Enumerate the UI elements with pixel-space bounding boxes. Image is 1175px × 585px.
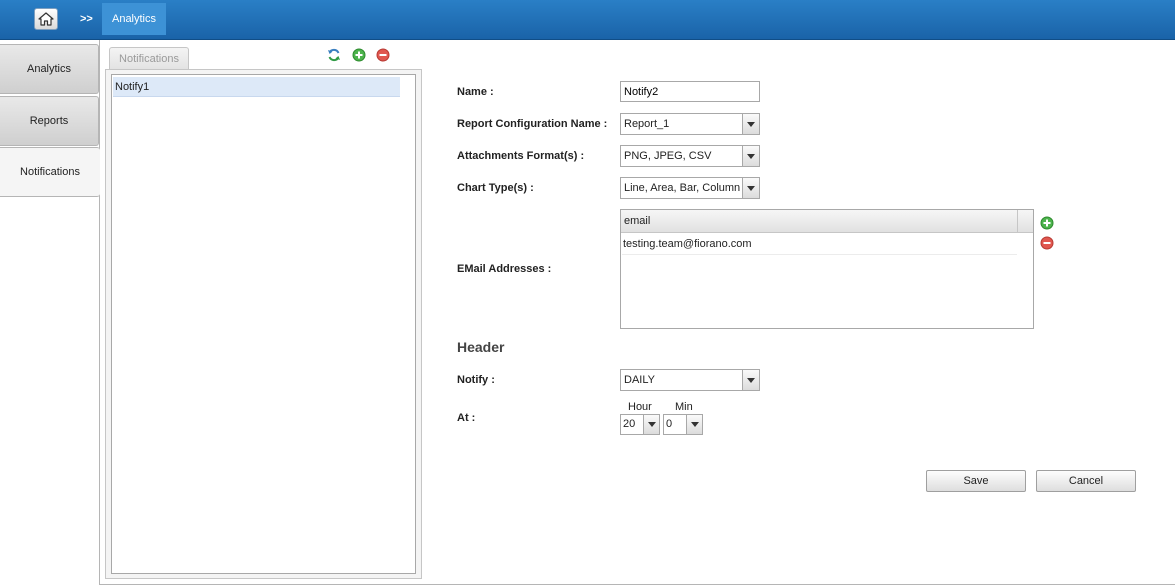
header-section-title: Header xyxy=(457,339,505,355)
top-bar: >> Analytics xyxy=(0,0,1175,40)
email-table[interactable]: email testing.team@fiorano.com xyxy=(620,209,1034,329)
table-row[interactable]: testing.team@fiorano.com xyxy=(622,234,1017,255)
chart-types-value: Line, Area, Bar, Column xyxy=(624,182,741,194)
chevron-down-icon[interactable] xyxy=(742,178,759,198)
tab-notifications[interactable]: Notifications xyxy=(109,47,189,69)
nav-notifications[interactable]: Notifications xyxy=(0,147,100,197)
refresh-icon[interactable] xyxy=(327,48,341,62)
nav-reports[interactable]: Reports xyxy=(0,96,99,146)
report-config-value: Report_1 xyxy=(624,118,670,130)
home-button[interactable] xyxy=(34,8,58,30)
nav-analytics-label: Analytics xyxy=(26,63,72,75)
chart-types-label: Chart Type(s) : xyxy=(457,182,534,194)
chevron-down-icon[interactable] xyxy=(686,415,702,434)
header-corner xyxy=(1017,210,1033,232)
add-icon[interactable] xyxy=(352,48,366,62)
chart-types-select[interactable]: Line, Area, Bar, Column xyxy=(620,177,760,199)
chevron-down-icon[interactable] xyxy=(742,370,759,390)
hour-value: 20 xyxy=(623,418,636,430)
notify-select[interactable]: DAILY xyxy=(620,369,760,391)
chevron-down-icon[interactable] xyxy=(742,146,759,166)
min-select[interactable]: 0 xyxy=(663,414,703,435)
report-config-label: Report Configuration Name : xyxy=(457,118,608,130)
notify-label: Notify : xyxy=(457,374,495,386)
remove-email-icon[interactable] xyxy=(1040,236,1054,250)
chevron-down-icon[interactable] xyxy=(643,415,659,434)
attachments-value: PNG, JPEG, CSV xyxy=(624,150,712,162)
report-config-select[interactable]: Report_1 xyxy=(620,113,760,135)
breadcrumb-separator: >> xyxy=(80,13,93,25)
notify-value: DAILY xyxy=(624,374,655,386)
nav-reports-label: Reports xyxy=(29,115,69,127)
notifications-list[interactable]: Notify1 xyxy=(111,74,416,574)
attachments-select[interactable]: PNG, JPEG, CSV xyxy=(620,145,760,167)
nav-notifications-label: Notifications xyxy=(20,166,80,178)
attachments-label: Attachments Format(s) : xyxy=(457,150,585,162)
email-label: EMail Addresses : xyxy=(457,263,552,275)
name-label: Name : xyxy=(457,86,494,98)
hour-label: Hour xyxy=(628,401,652,413)
min-value: 0 xyxy=(666,418,673,430)
remove-icon[interactable] xyxy=(376,48,390,62)
home-icon xyxy=(38,12,54,26)
nav-analytics[interactable]: Analytics xyxy=(0,44,99,94)
cancel-button[interactable]: Cancel xyxy=(1036,470,1136,492)
hour-select[interactable]: 20 xyxy=(620,414,660,435)
chevron-down-icon[interactable] xyxy=(742,114,759,134)
save-button[interactable]: Save xyxy=(926,470,1026,492)
email-column-header[interactable]: email xyxy=(624,210,650,232)
add-email-icon[interactable] xyxy=(1040,216,1054,230)
name-field[interactable] xyxy=(620,81,760,102)
breadcrumb-analytics[interactable]: Analytics xyxy=(102,3,166,35)
list-item[interactable]: Notify1 xyxy=(113,77,400,97)
email-table-header: email xyxy=(621,210,1033,233)
min-label: Min xyxy=(675,401,693,413)
at-label: At : xyxy=(457,412,476,424)
